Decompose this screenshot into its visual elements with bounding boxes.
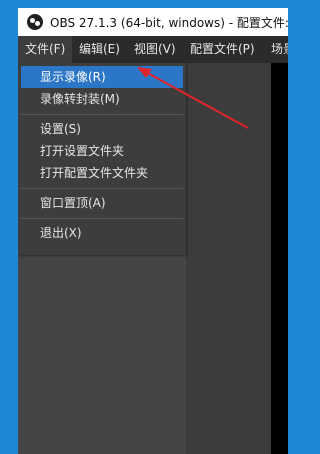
menu-separator [21, 114, 183, 115]
menu-item-label: 退出(X) [40, 226, 82, 240]
menu-item-label: 录像转封装(M) [40, 92, 120, 106]
menu-view[interactable]: 视图(V) [127, 36, 183, 63]
menu-bar: 文件(F) 编辑(E) 视图(V) 配置文件(P) 场景 [18, 36, 288, 63]
file-menu-dropdown: 显示录像(R) 录像转封装(M) 设置(S) 打开设置文件夹 打开配置文件文件夹… [18, 63, 186, 255]
menu-item-settings[interactable]: 设置(S) [21, 118, 183, 140]
menu-item-label: 设置(S) [40, 122, 81, 136]
menu-item-label: 打开设置文件夹 [40, 144, 125, 158]
menu-scene-collection[interactable]: 场景 [264, 36, 288, 63]
title-bar: OBS 27.1.3 (64-bit, windows) - 配置文件: 未 [18, 8, 288, 36]
menu-item-open-settings-folder[interactable]: 打开设置文件夹 [21, 140, 183, 162]
menu-edit[interactable]: 编辑(E) [72, 36, 127, 63]
menu-separator [21, 218, 183, 219]
menu-file[interactable]: 文件(F) [18, 36, 73, 63]
menu-item-show-recordings[interactable]: 显示录像(R) [21, 66, 183, 88]
menu-item-label: 窗口置顶(A) [40, 196, 106, 210]
menu-item-exit[interactable]: 退出(X) [21, 222, 183, 244]
menu-separator [21, 188, 183, 189]
menu-item-open-profile-folder[interactable]: 打开配置文件文件夹 [21, 162, 183, 184]
menu-item-label: 显示录像(R) [40, 70, 106, 84]
preview-area [271, 63, 288, 454]
menu-profile[interactable]: 配置文件(P) [183, 36, 262, 63]
obs-logo-icon [27, 14, 43, 30]
menu-item-always-on-top[interactable]: 窗口置顶(A) [21, 192, 183, 214]
menu-item-label: 打开配置文件文件夹 [40, 166, 149, 180]
window-title: OBS 27.1.3 (64-bit, windows) - 配置文件: 未 [50, 16, 288, 30]
menu-item-remux-recordings[interactable]: 录像转封装(M) [21, 88, 183, 110]
obs-window: OBS 27.1.3 (64-bit, windows) - 配置文件: 未 文… [18, 8, 288, 454]
